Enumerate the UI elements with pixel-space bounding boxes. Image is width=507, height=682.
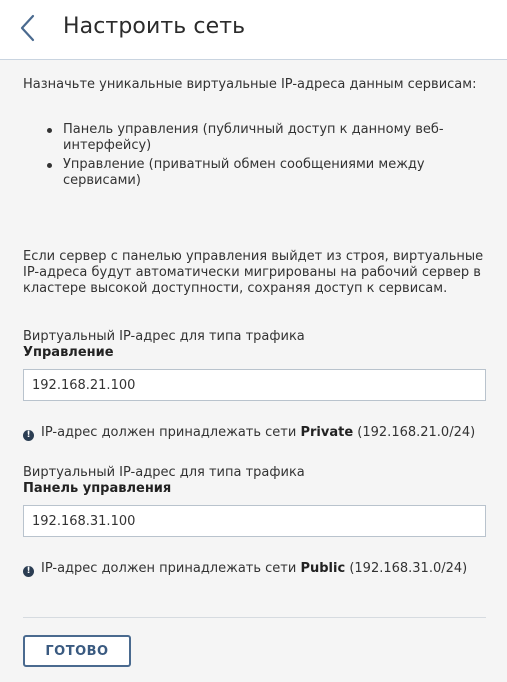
services-list: Панель управления (публичный доступ к да… [23,122,488,192]
hint-subnet: (192.168.31.0/24) [349,561,468,576]
hint-network: Private [300,425,354,440]
management-ip-input[interactable] [23,369,486,401]
field-label-bold: Панель управления [23,481,172,496]
hint-network: Public [300,561,346,576]
intro-text: Назначьте уникальные виртуальные IP-адре… [23,77,477,92]
page-title: Настроить сеть [63,14,246,39]
exclamation-circle-icon: ! [23,430,34,441]
panel-ip-input[interactable] [23,505,486,537]
field-label-bold: Управление [23,345,114,360]
field-label-prefix: Виртуальный IP-адрес для типа трафика [23,465,305,480]
hint-prefix: IP-адрес должен принадлежать сети [41,425,297,440]
hint-prefix: IP-адрес должен принадлежать сети [41,561,297,576]
failover-text: Если сервер с панелью управления выйдет … [23,249,484,296]
list-item-management: Управление (приватный обмен сообщениями … [23,157,488,189]
panel-hint: ! IP-адрес должен принадлежать сети Publi… [23,561,488,577]
chevron-left-icon [20,14,35,42]
list-item-panel: Панель управления (публичный доступ к да… [23,122,488,154]
header-bar: Настроить сеть [0,0,507,60]
divider [23,617,486,618]
field-label-management: Виртуальный IP-адрес для типа трафика Уп… [23,329,488,361]
done-button[interactable]: ГОТОВО [23,635,131,667]
management-hint: ! IP-адрес должен принадлежать сети Priva… [23,425,488,441]
field-label-prefix: Виртуальный IP-адрес для типа трафика [23,329,305,344]
field-label-panel: Виртуальный IP-адрес для типа трафика Па… [23,465,488,497]
back-button[interactable] [14,12,44,46]
hint-subnet: (192.168.21.0/24) [357,425,476,440]
exclamation-circle-icon: ! [23,566,34,577]
